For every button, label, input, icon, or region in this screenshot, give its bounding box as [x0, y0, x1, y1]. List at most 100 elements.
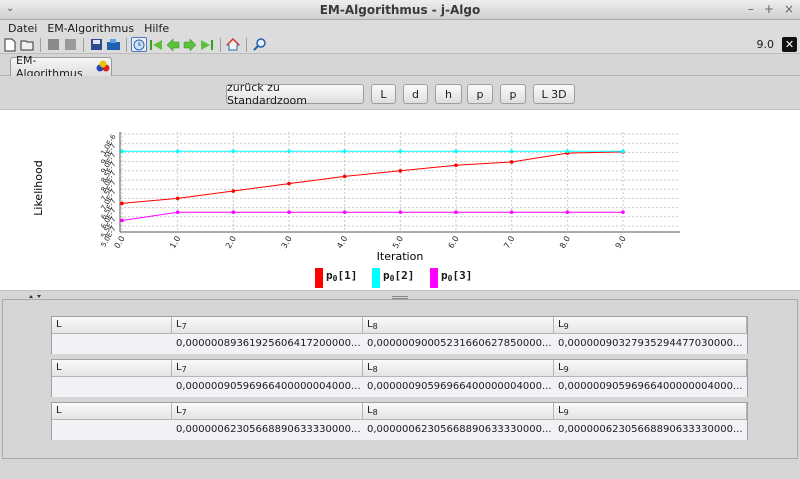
toolbar-separator	[83, 37, 84, 52]
data-point	[120, 218, 124, 223]
home-icon[interactable]	[225, 37, 241, 52]
plot-d-button[interactable]: d	[403, 84, 428, 104]
column-header[interactable]: L	[52, 317, 172, 334]
data-point	[175, 149, 180, 154]
y-axis-label: Likelihood	[32, 160, 45, 215]
column-header[interactable]: L8	[363, 317, 554, 334]
likelihood-chart[interactable]: 0.0 1.0 2.0 3.0 4.0 5.0 6.0 7.0 8.0 9.0 5.0E-7 5.5E…	[0, 109, 800, 291]
plot-p-button[interactable]: p	[467, 84, 493, 104]
column-header[interactable]: L8	[363, 360, 554, 377]
tab-bar: EM-Algorithmus	[0, 54, 800, 80]
legend-label: p0[3]	[441, 269, 473, 283]
close-module-button[interactable]: ✕	[782, 37, 797, 52]
plot-L3D-button[interactable]: L 3D	[533, 84, 575, 104]
table-row[interactable]: 0,00000062305668890633330000... 0,0000006…	[52, 420, 747, 440]
menu-bar: Datei EM-Algorithmus Hilfe	[0, 20, 800, 36]
previous-step-icon[interactable]	[165, 37, 181, 52]
last-step-icon[interactable]	[199, 37, 215, 52]
data-point	[398, 149, 403, 154]
data-point	[120, 201, 124, 206]
data-point	[342, 210, 347, 214]
reset-zoom-button[interactable]: zurück zu Standardzoom	[226, 81, 364, 107]
x-tick-label: 8.0	[558, 235, 572, 251]
status-bar	[0, 460, 800, 479]
series-line-1	[121, 151, 624, 204]
window-menu-icon[interactable]: ⌄	[6, 3, 14, 14]
toolbar: 9.0 ✕	[0, 36, 800, 54]
column-header[interactable]: L9	[554, 403, 747, 420]
table-cell: 0,00000090327935294477030000...	[558, 338, 743, 349]
table-cell: 0,00000090596966400000004000...	[558, 381, 743, 392]
x-tick-label: 4.0	[335, 235, 349, 251]
plot-h-button[interactable]: h	[435, 84, 462, 104]
table-cell: 0,00000062305668890633330000...	[176, 424, 361, 435]
toolbar-separator	[40, 37, 41, 52]
data-point	[454, 163, 458, 168]
x-tick-label: 5.0	[391, 235, 405, 251]
split-pane-divider[interactable]	[0, 291, 800, 299]
column-header[interactable]: L	[52, 403, 172, 420]
likelihood-table: L L7 L8 L9 0,00000090596966400000004000... 0,…	[51, 359, 748, 397]
table-row[interactable]: 0,00000090596966400000004000... 0,0000009…	[52, 377, 747, 397]
column-header[interactable]: L7	[172, 360, 363, 377]
close-window-icon[interactable]: ×	[784, 2, 794, 16]
open-folder-icon[interactable]	[19, 37, 35, 52]
new-file-icon[interactable]	[2, 37, 18, 52]
data-point	[175, 210, 180, 214]
menu-datei[interactable]: Datei	[8, 22, 37, 35]
x-tick-label: 3.0	[280, 235, 294, 251]
x-tick-label: 7.0	[502, 235, 516, 251]
data-point	[287, 181, 291, 186]
data-point	[231, 189, 236, 193]
next-step-icon[interactable]	[182, 37, 198, 52]
likelihood-tables-panel: L L7 L8 L9 0,00000089361925606417200000... 0,…	[2, 299, 798, 459]
likelihood-table: L L7 L8 L9 0,00000062305668890633330000... 0,…	[51, 402, 748, 440]
legend-label: p0[1]	[326, 269, 358, 283]
menu-hilfe[interactable]: Hilfe	[144, 22, 169, 35]
table-cell: 0,00000062305668890633330000...	[558, 424, 743, 435]
legend-swatch	[372, 268, 380, 288]
title-bar: ⌄ EM-Algorithmus - j-Algo – + ×	[0, 0, 800, 20]
data-point	[175, 196, 180, 201]
table-header: L L7 L8 L9	[52, 403, 747, 420]
data-point	[509, 210, 514, 214]
column-header[interactable]: L9	[554, 360, 747, 377]
column-header[interactable]: L	[52, 360, 172, 377]
clock-icon[interactable]	[131, 37, 147, 52]
column-header[interactable]: L7	[172, 317, 363, 334]
export-icon[interactable]	[105, 37, 121, 52]
table-header: L L7 L8 L9	[52, 360, 747, 377]
plot-p-alt-button[interactable]: p	[500, 84, 526, 104]
save-icon[interactable]	[88, 37, 104, 52]
tab-em-algorithmus[interactable]: EM-Algorithmus	[10, 54, 112, 80]
data-point	[454, 210, 458, 214]
table-cell: 0,00000090596966400000004000...	[367, 381, 552, 392]
column-header[interactable]: L9	[554, 317, 747, 334]
table-cell: 0,00000090596966400000004000...	[176, 381, 361, 392]
table-cell	[52, 420, 172, 440]
data-point	[509, 160, 514, 164]
menu-em-algorithmus[interactable]: EM-Algorithmus	[47, 22, 134, 35]
minimize-icon[interactable]: –	[748, 2, 754, 16]
plot-L-button[interactable]: L	[371, 84, 396, 104]
column-header[interactable]: L7	[172, 403, 363, 420]
first-step-icon[interactable]	[148, 37, 164, 52]
table-row[interactable]: 0,00000089361925606417200000... 0,0000009…	[52, 334, 747, 354]
table-cell	[52, 334, 172, 354]
column-header[interactable]: L8	[363, 403, 554, 420]
table-cell	[52, 377, 172, 397]
maximize-icon[interactable]: +	[764, 2, 774, 16]
data-point	[398, 169, 403, 173]
zoom-level: 9.0	[756, 38, 775, 51]
data-point	[287, 149, 291, 154]
data-point	[565, 149, 570, 154]
data-point	[398, 210, 403, 214]
toolbar-separator	[246, 37, 247, 52]
x-tick-label: 0.0	[113, 235, 127, 251]
window-title: EM-Algorithmus - j-Algo	[319, 2, 481, 17]
search-icon[interactable]	[251, 37, 267, 52]
data-point	[342, 149, 347, 154]
data-point	[454, 149, 458, 154]
toolbar-separator	[220, 37, 221, 52]
legend-swatch	[430, 268, 438, 288]
